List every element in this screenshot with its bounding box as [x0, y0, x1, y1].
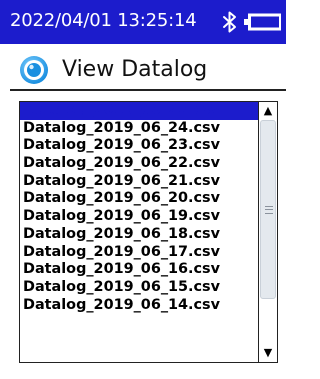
scroll-track[interactable] [259, 120, 277, 344]
eye-icon [20, 56, 48, 84]
page-title: View Datalog [62, 57, 208, 82]
status-datetime: 2022/04/01 13:25:14 [10, 10, 197, 31]
list-item[interactable]: Datalog_2019_06_25.csv [20, 102, 258, 120]
list-item[interactable]: Datalog_2019_06_17.csv [20, 244, 258, 262]
list-item[interactable]: Datalog_2019_06_15.csv [20, 279, 258, 297]
list-item[interactable]: Datalog_2019_06_23.csv [20, 137, 258, 155]
battery-icon [244, 13, 281, 31]
scrollbar[interactable]: ▲ ▼ [258, 102, 277, 362]
datalog-listbox[interactable]: Datalog_2019_06_25.csv Datalog_2019_06_24… [19, 101, 278, 363]
list-item[interactable]: Datalog_2019_06_14.csv [20, 297, 258, 315]
bluetooth-icon [223, 11, 236, 33]
scroll-down-button[interactable]: ▼ [259, 344, 277, 362]
list-item[interactable]: Datalog_2019_06_21.csv [20, 173, 258, 191]
list-item[interactable]: Datalog_2019_06_18.csv [20, 226, 258, 244]
status-bar: 2022/04/01 13:25:14 [0, 0, 286, 44]
list-item[interactable]: Datalog_2019_06_22.csv [20, 155, 258, 173]
scroll-up-button[interactable]: ▲ [259, 102, 277, 120]
list-item[interactable]: Datalog_2019_06_16.csv [20, 261, 258, 279]
header-divider [10, 89, 286, 91]
list-item[interactable]: Datalog_2019_06_24.csv [20, 120, 258, 138]
list-item[interactable]: Datalog_2019_06_19.csv [20, 208, 258, 226]
grip-icon [265, 205, 273, 214]
datalog-list[interactable]: Datalog_2019_06_25.csv Datalog_2019_06_24… [20, 102, 258, 362]
list-item[interactable]: Datalog_2019_06_20.csv [20, 190, 258, 208]
scroll-thumb[interactable] [260, 120, 276, 299]
